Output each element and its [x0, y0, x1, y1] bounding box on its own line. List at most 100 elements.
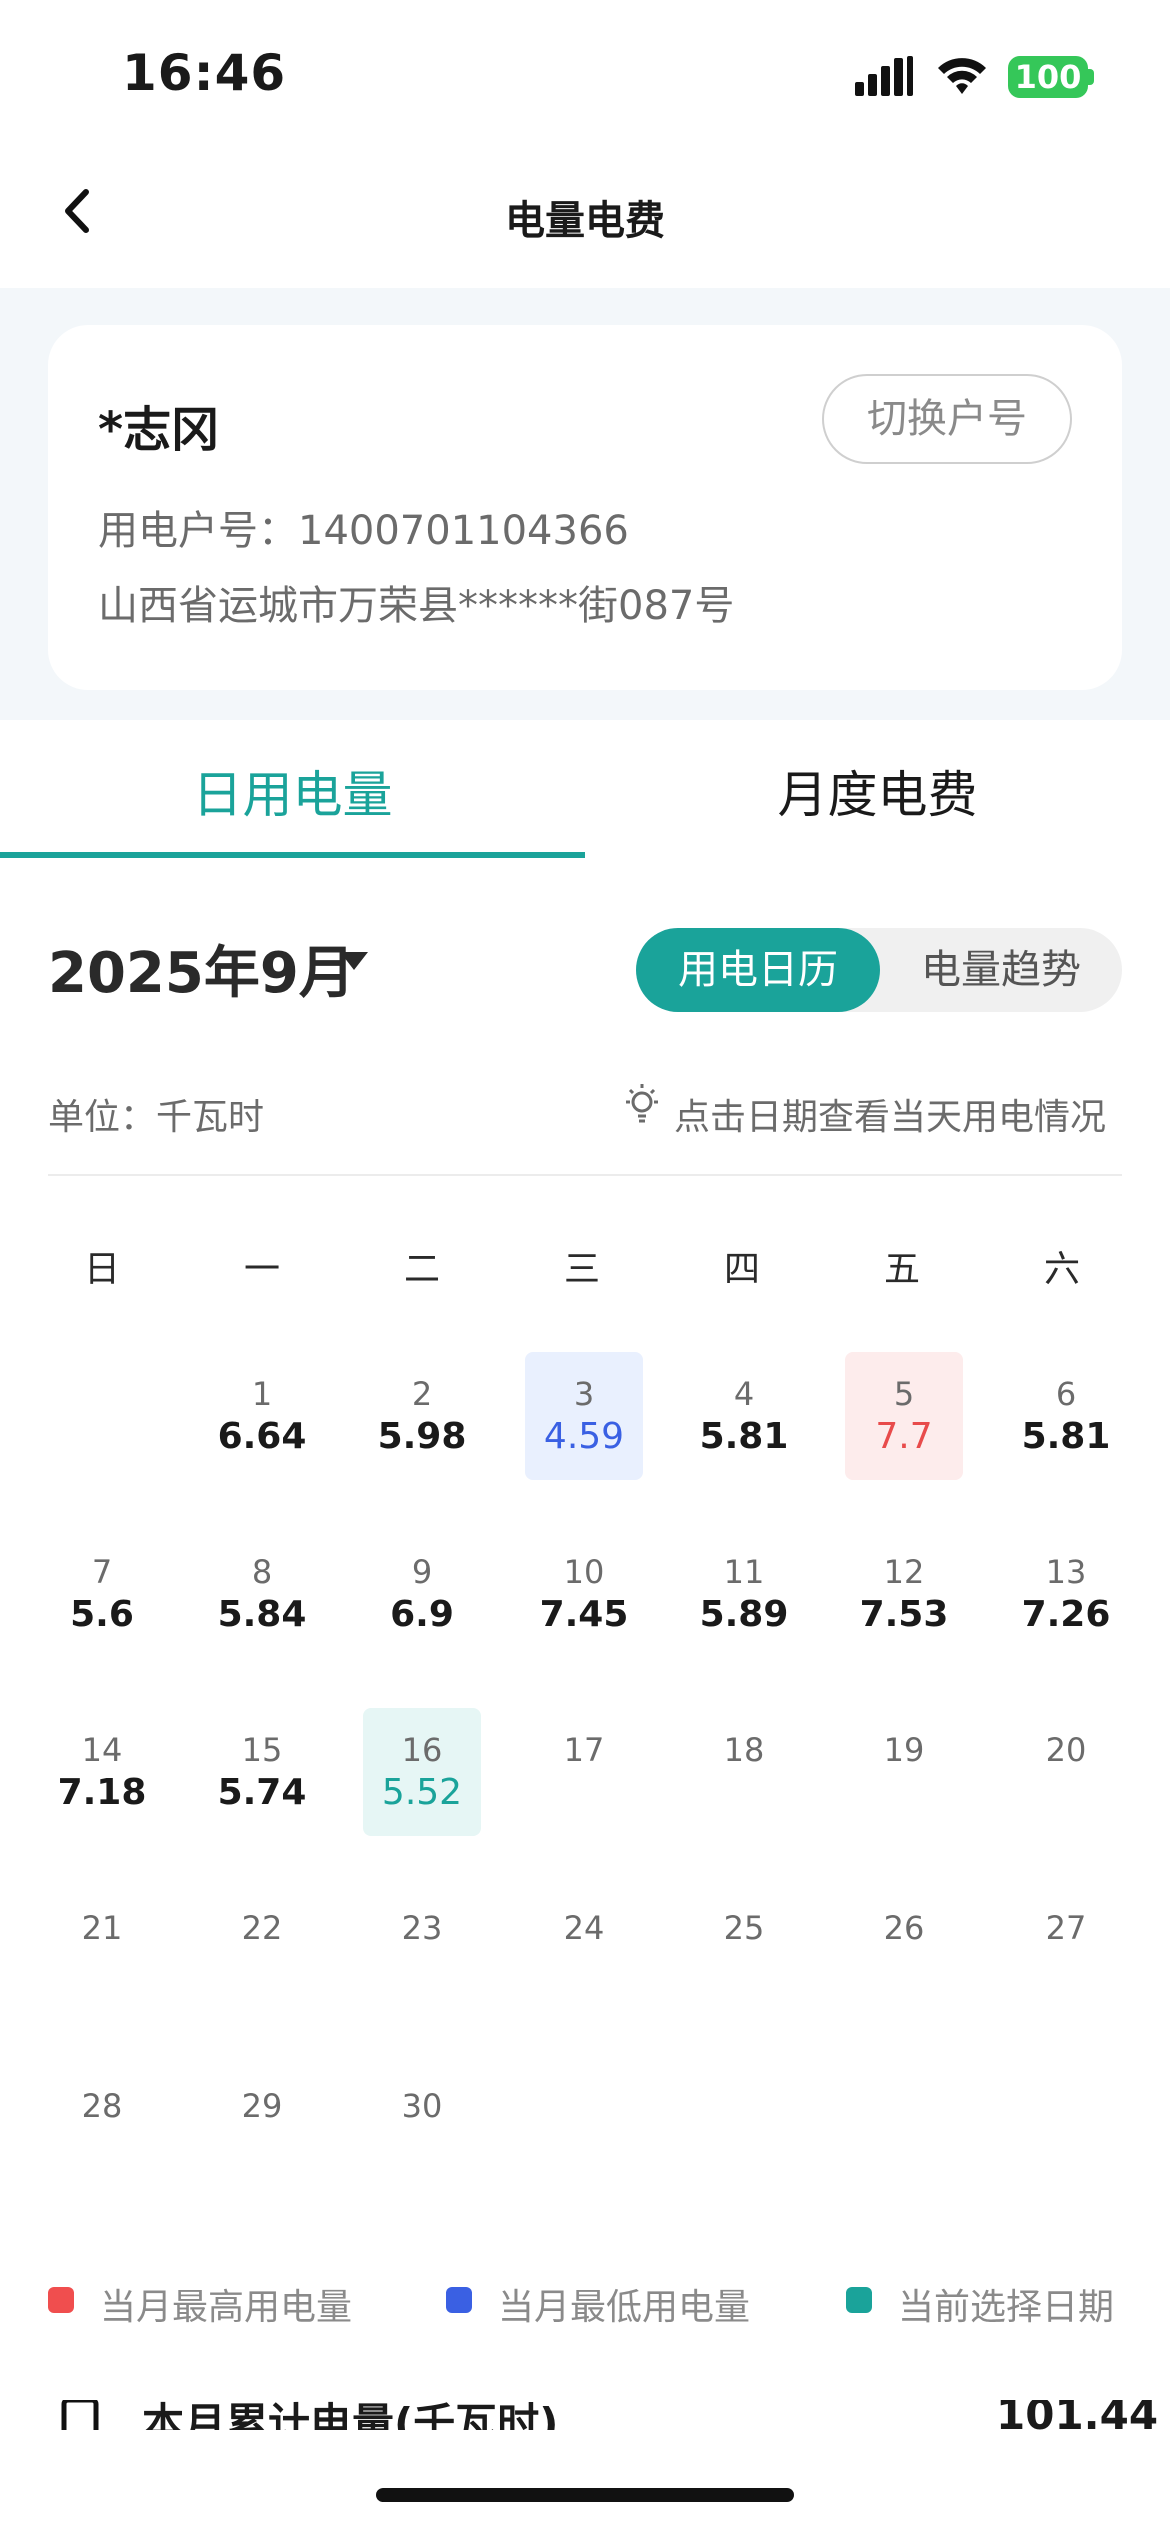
legend-selected-label: 当前选择日期	[898, 2287, 1115, 2328]
calendar-day-14[interactable]: 14 7.18	[43, 1708, 161, 1836]
day-number: 15	[241, 1731, 283, 1769]
account-number: 用电户号：1400701104366	[98, 508, 629, 554]
calendar-day-19[interactable]: 19	[845, 1708, 963, 1836]
day-number: 13	[1045, 1553, 1087, 1591]
legend-highest-label: 当月最高用电量	[100, 2287, 353, 2328]
summary-value: 101.44	[996, 2400, 1159, 2430]
status-time: 16:46	[122, 44, 287, 102]
account-address: 山西省运城市万荣县******街087号	[98, 583, 735, 629]
day-usage-value: 7.18	[57, 1772, 147, 1813]
day-usage-value: 4.59	[543, 1416, 625, 1457]
calendar-day-4[interactable]: 4 5.81	[685, 1352, 803, 1480]
account-holder-name: *志冈	[98, 402, 220, 458]
day-number: 14	[81, 1731, 123, 1769]
calendar-day-2[interactable]: 2 5.98	[363, 1352, 481, 1480]
day-usage-value: 7.45	[539, 1594, 629, 1635]
day-usage-value: 6.9	[390, 1594, 454, 1635]
weekday-header: 三	[563, 1249, 600, 1290]
battery-meter-icon	[61, 2400, 99, 2430]
calendar-day-17[interactable]: 17	[525, 1708, 643, 1836]
calendar-day-23[interactable]: 23	[363, 1886, 481, 2014]
calendar-day-26[interactable]: 26	[845, 1886, 963, 2014]
calendar-day-28[interactable]: 28	[43, 2064, 161, 2192]
calendar-day-1[interactable]: 1 6.64	[203, 1352, 321, 1480]
day-number: 18	[723, 1731, 765, 1769]
day-number: 22	[241, 1909, 283, 1947]
page-title: 电量电费	[505, 198, 665, 244]
day-usage-value: 5.89	[699, 1594, 789, 1635]
weekday-header: 四	[723, 1249, 760, 1290]
summary-row: 本月累计电量(千瓦时) 101.44	[0, 2400, 1170, 2430]
day-number: 11	[723, 1553, 765, 1591]
calendar-day-16[interactable]: 16 5.52	[363, 1708, 481, 1836]
day-usage-value: 7.26	[1021, 1594, 1111, 1635]
weekday-header: 一	[243, 1249, 280, 1290]
calendar-day-10[interactable]: 10 7.45	[525, 1530, 643, 1658]
day-number: 25	[723, 1909, 765, 1947]
day-usage-value: 5.6	[70, 1594, 134, 1635]
calendar-day-22[interactable]: 22	[203, 1886, 321, 2014]
home-indicator	[376, 2488, 794, 2502]
day-number: 7	[91, 1553, 113, 1591]
calendar-day-8[interactable]: 8 5.84	[203, 1530, 321, 1658]
day-number: 23	[401, 1909, 443, 1947]
legend-lowest-label: 当月最低用电量	[498, 2287, 751, 2328]
day-number: 4	[733, 1375, 755, 1413]
day-number: 26	[883, 1909, 925, 1947]
day-number: 17	[563, 1731, 605, 1769]
battery-tip	[1088, 69, 1094, 85]
calendar-day-24[interactable]: 24	[525, 1886, 643, 2014]
day-usage-value: 5.74	[217, 1772, 307, 1813]
lightbulb-icon	[626, 1084, 658, 1123]
tab-daily-usage[interactable]: 日用电量	[0, 755, 585, 827]
day-number: 30	[401, 2087, 443, 2125]
wifi-icon	[938, 58, 986, 94]
day-number: 20	[1045, 1731, 1087, 1769]
day-usage-value: 7.53	[859, 1594, 949, 1635]
calendar-day-9[interactable]: 9 6.9	[363, 1530, 481, 1658]
weekday-header: 五	[883, 1249, 920, 1290]
day-number: 27	[1045, 1909, 1087, 1947]
legend-selected-dot	[846, 2287, 872, 2313]
day-usage-value: 6.64	[217, 1416, 307, 1457]
calendar-day-27[interactable]: 27	[1007, 1886, 1125, 2014]
day-number: 5	[893, 1375, 915, 1413]
calendar-day-25[interactable]: 25	[685, 1886, 803, 2014]
month-selector[interactable]: 2025年9月	[48, 928, 355, 1009]
calendar-day-13[interactable]: 13 7.26	[1007, 1530, 1125, 1658]
day-number: 10	[563, 1553, 605, 1591]
day-number: 24	[563, 1909, 605, 1947]
day-number: 19	[883, 1731, 925, 1769]
legend-highest-dot	[48, 2287, 74, 2313]
switch-account-button[interactable]: 切换户号	[822, 374, 1072, 464]
day-number: 12	[883, 1553, 925, 1591]
calendar-day-5[interactable]: 5 7.7	[845, 1352, 963, 1480]
calendar-day-6[interactable]: 6 5.81	[1007, 1352, 1125, 1480]
weekday-header: 日	[83, 1249, 120, 1290]
trend-view-button[interactable]: 电量趋势	[880, 928, 1122, 1012]
day-number: 16	[401, 1731, 443, 1769]
day-usage-value: 7.7	[875, 1416, 933, 1457]
day-number: 8	[251, 1553, 273, 1591]
tab-monthly-fee[interactable]: 月度电费	[585, 755, 1170, 827]
calendar-view-button[interactable]: 用电日历	[636, 928, 880, 1012]
summary-label: 本月累计电量(千瓦时)	[142, 2400, 559, 2430]
day-number: 28	[81, 2087, 123, 2125]
calendar-day-12[interactable]: 12 7.53	[845, 1530, 963, 1658]
calendar-day-15[interactable]: 15 5.74	[203, 1708, 321, 1836]
calendar-day-21[interactable]: 21	[43, 1886, 161, 2014]
calendar-day-30[interactable]: 30	[363, 2064, 481, 2192]
cellular-signal-icon	[855, 56, 913, 96]
calendar-day-11[interactable]: 11 5.89	[685, 1530, 803, 1658]
legend-lowest-dot	[446, 2287, 472, 2313]
calendar-day-20[interactable]: 20	[1007, 1708, 1125, 1836]
calendar-hint: 点击日期查看当天用电情况	[674, 1097, 1107, 1138]
caret-down-icon[interactable]	[340, 952, 368, 970]
calendar-day-7[interactable]: 7 5.6	[43, 1530, 161, 1658]
day-number: 2	[411, 1375, 433, 1413]
calendar-day-18[interactable]: 18	[685, 1708, 803, 1836]
calendar-day-3[interactable]: 3 4.59	[525, 1352, 643, 1480]
day-usage-value: 5.84	[217, 1594, 307, 1635]
unit-label: 单位：千瓦时	[48, 1097, 265, 1138]
calendar-day-29[interactable]: 29	[203, 2064, 321, 2192]
